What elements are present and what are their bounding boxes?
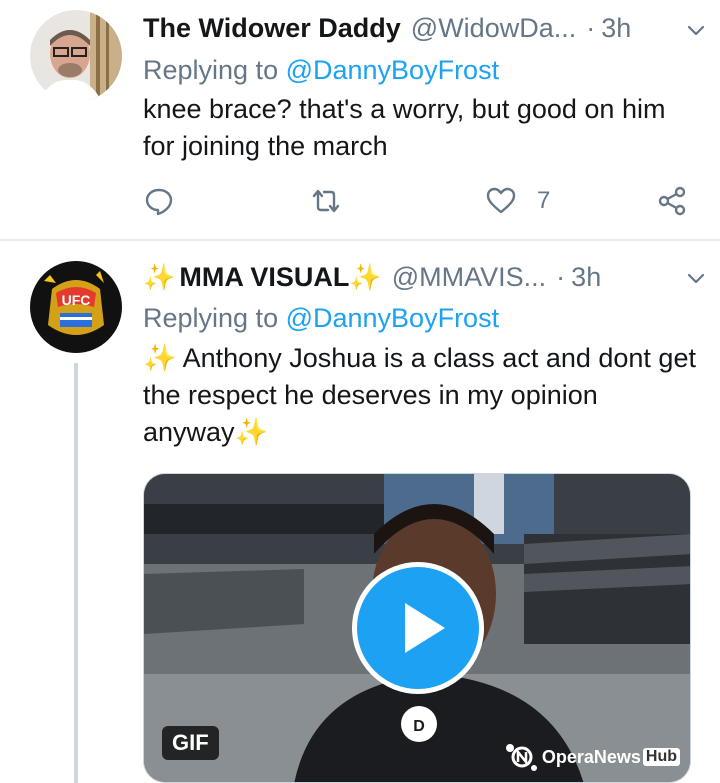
tweet[interactable]: UFC ✨ MMA VISUAL ✨ @MMAVIS... · 3h Reply… bbox=[0, 241, 720, 783]
sparkle-emoji: ✨ bbox=[143, 261, 176, 292]
avatar[interactable] bbox=[30, 10, 122, 102]
play-button[interactable] bbox=[352, 562, 484, 694]
replying-label: Replying to bbox=[143, 55, 286, 85]
play-icon bbox=[405, 603, 445, 653]
share-button[interactable] bbox=[656, 185, 688, 217]
chevron-down-icon[interactable] bbox=[686, 269, 706, 289]
watermark: OperaNews Hub bbox=[502, 742, 680, 772]
mention-link[interactable]: @DannyBoyFrost bbox=[286, 55, 499, 85]
heart-icon bbox=[486, 187, 516, 214]
replying-label: Replying to bbox=[143, 303, 286, 333]
gif-badge: GIF bbox=[162, 726, 219, 760]
timestamp[interactable]: 3h bbox=[571, 262, 601, 293]
tweet-actions: 7 bbox=[143, 185, 698, 221]
tweet[interactable]: The Widower Daddy @WidowDa... · 3h Reply… bbox=[0, 0, 720, 240]
display-name[interactable]: MMA VISUAL bbox=[179, 262, 349, 293]
like-count: 7 bbox=[537, 187, 551, 214]
thread-line bbox=[74, 363, 78, 783]
separator-dot: · bbox=[586, 12, 596, 43]
tweet-text: knee brace? that's a worry, but good on … bbox=[143, 94, 666, 161]
mention-link[interactable]: @DannyBoyFrost bbox=[286, 303, 499, 333]
avatar-image: UFC bbox=[30, 261, 122, 353]
watermark-hub: Hub bbox=[642, 748, 680, 766]
tweet-header: ✨ MMA VISUAL ✨ @MMAVIS... · 3h bbox=[143, 257, 700, 297]
retweet-icon bbox=[312, 189, 340, 213]
tweet-text: ✨ Anthony Joshua is a class act and dont… bbox=[143, 343, 696, 447]
watermark-text: OperaNews bbox=[541, 746, 641, 767]
sparkle-emoji: ✨ bbox=[349, 261, 382, 292]
replying-to: Replying to @DannyBoyFrost bbox=[143, 303, 499, 334]
gif-media[interactable]: D GIF OperaNews Hub bbox=[143, 473, 691, 783]
separator-dot: · bbox=[556, 261, 566, 292]
user-handle[interactable]: @MMAVIS... bbox=[392, 262, 546, 293]
tweet-header: The Widower Daddy @WidowDa... · 3h bbox=[143, 8, 700, 48]
svg-text:UFC: UFC bbox=[62, 292, 91, 308]
replying-to: Replying to @DannyBoyFrost bbox=[143, 55, 499, 86]
reply-button[interactable] bbox=[143, 185, 175, 217]
reply-icon bbox=[145, 188, 173, 216]
avatar[interactable]: UFC bbox=[30, 261, 122, 353]
share-icon bbox=[658, 186, 686, 216]
timestamp[interactable]: 3h bbox=[601, 13, 631, 44]
avatar-image bbox=[30, 10, 122, 102]
opera-news-logo-icon bbox=[505, 744, 537, 771]
svg-text:D: D bbox=[413, 718, 425, 735]
chevron-down-icon[interactable] bbox=[686, 21, 706, 41]
user-handle[interactable]: @WidowDa... bbox=[411, 13, 576, 44]
retweet-button[interactable] bbox=[310, 185, 342, 217]
like-button[interactable]: 7 bbox=[485, 185, 550, 217]
display-name[interactable]: The Widower Daddy bbox=[143, 13, 401, 44]
